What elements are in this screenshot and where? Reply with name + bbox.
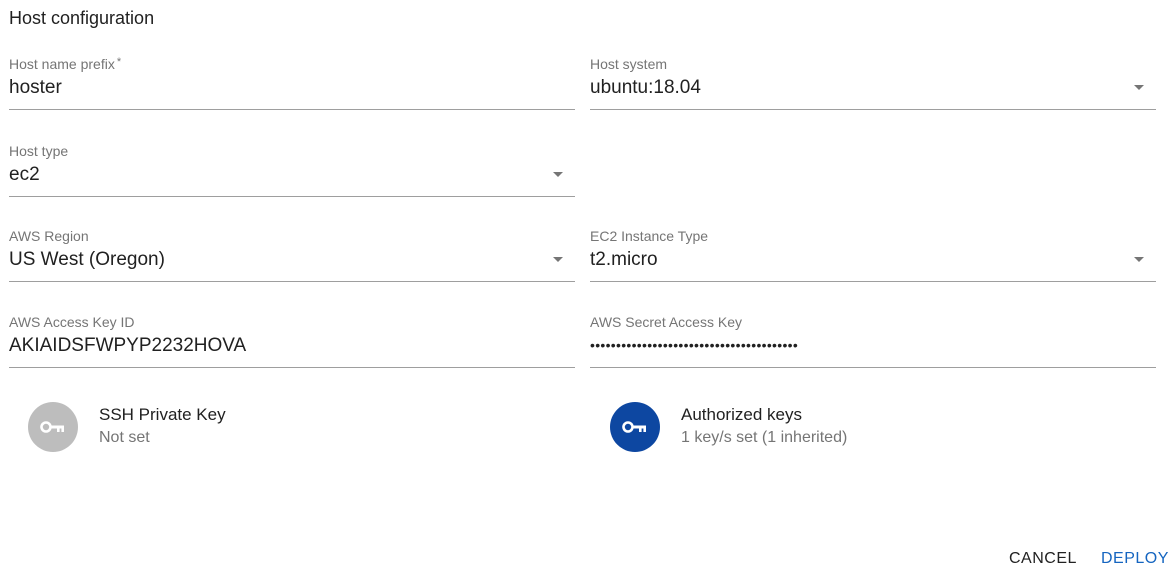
host-name-prefix-input[interactable]: hoster — [9, 77, 62, 99]
authorized-keys-title: Authorized keys — [681, 405, 802, 424]
authorized-keys-item[interactable]: Authorized keys 1 key/s set (1 inherited… — [610, 402, 1010, 456]
field-underline — [9, 281, 575, 282]
chevron-down-icon[interactable] — [553, 172, 563, 177]
aws-region-value[interactable]: US West (Oregon) — [9, 249, 165, 271]
aws-secret-access-key-input[interactable]: •••••••••••••••••••••••••••••••••••••••• — [590, 337, 798, 353]
key-icon — [622, 421, 646, 433]
ssh-private-key-title: SSH Private Key — [99, 405, 226, 424]
ec2-instance-type-label: EC2 Instance Type — [590, 228, 709, 244]
ssh-private-key-item[interactable]: SSH Private Key Not set — [28, 402, 428, 456]
host-system-select[interactable]: Host system ubuntu:18.04 — [590, 56, 1156, 110]
authorized-keys-avatar — [610, 402, 660, 452]
host-type-select[interactable]: Host type ec2 — [9, 143, 575, 197]
authorized-keys-status: 1 key/s set (1 inherited) — [681, 429, 848, 446]
ec2-instance-type-value[interactable]: t2.micro — [590, 249, 658, 271]
aws-region-label: AWS Region — [9, 228, 89, 244]
field-underline — [9, 109, 575, 110]
ssh-key-avatar — [28, 402, 78, 452]
field-underline — [590, 281, 1156, 282]
aws-secret-access-key-label: AWS Secret Access Key — [590, 314, 742, 330]
page-title: Host configuration — [9, 8, 155, 28]
deploy-button[interactable]: DEPLOY — [1101, 550, 1169, 567]
host-name-prefix-field[interactable]: Host name prefix * hoster — [9, 56, 575, 110]
key-icon — [40, 421, 64, 433]
host-type-label: Host type — [9, 143, 69, 159]
field-underline — [590, 109, 1156, 110]
host-type-value[interactable]: ec2 — [9, 164, 40, 186]
host-name-prefix-label: Host name prefix * — [9, 56, 122, 72]
host-system-label: Host system — [590, 56, 668, 72]
aws-access-key-id-label: AWS Access Key ID — [9, 314, 135, 330]
aws-region-select[interactable]: AWS Region US West (Oregon) — [9, 228, 575, 282]
aws-access-key-id-input[interactable]: AKIAIDSFWPYP2232HOVA — [9, 335, 246, 357]
chevron-down-icon[interactable] — [553, 257, 563, 262]
field-underline — [590, 367, 1156, 368]
host-system-value[interactable]: ubuntu:18.04 — [590, 77, 701, 99]
field-underline — [9, 367, 575, 368]
ec2-instance-type-select[interactable]: EC2 Instance Type t2.micro — [590, 228, 1156, 282]
cancel-button[interactable]: CANCEL — [1009, 550, 1077, 567]
ssh-private-key-status: Not set — [99, 429, 150, 446]
field-underline — [9, 196, 575, 197]
aws-access-key-id-field[interactable]: AWS Access Key ID AKIAIDSFWPYP2232HOVA — [9, 314, 575, 368]
chevron-down-icon[interactable] — [1134, 257, 1144, 262]
chevron-down-icon[interactable] — [1134, 85, 1144, 90]
aws-secret-access-key-field[interactable]: AWS Secret Access Key ••••••••••••••••••… — [590, 314, 1156, 368]
required-mark: * — [116, 56, 122, 68]
